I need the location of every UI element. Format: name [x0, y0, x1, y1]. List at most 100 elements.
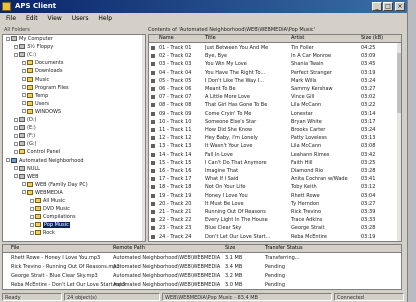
table-row[interactable]: 05 - Track 05 I Don't Like The Way I... Ma… [149, 77, 397, 85]
menu-file[interactable]: File [2, 13, 20, 24]
expand-toggle-icon[interactable] [22, 101, 26, 106]
table-row[interactable]: 04 - Track 04 You Have The Right To... Per… [149, 69, 397, 77]
tree-item[interactable]: (G:) [14, 141, 36, 148]
tree-item[interactable]: Program Files [22, 84, 69, 92]
table-row[interactable]: 13 - Track 13 It Wasn't Your Love Lila McC… [149, 142, 397, 150]
table-row[interactable]: 17 - Track 17 What If I Said Anita Cochran… [149, 175, 397, 183]
column-artist[interactable]: Artist [291, 35, 304, 42]
expand-toggle-icon[interactable] [30, 230, 34, 235]
table-row[interactable]: 08 - Track 08 That Girl Has Gone To Be Lil… [149, 101, 397, 109]
expand-toggle-icon[interactable] [30, 198, 34, 203]
maximize-icon[interactable]: □ [383, 2, 393, 11]
expand-toggle-icon[interactable] [22, 182, 26, 187]
queue-row[interactable]: Rick Trevino - Running Out Of Reasons.mp… [3, 263, 401, 271]
tree-item[interactable]: WEB [14, 173, 39, 181]
table-row[interactable]: 15 - Track 15 I Can't Do That Anymore Fait… [149, 159, 397, 167]
expand-toggle-icon[interactable] [6, 36, 10, 41]
table-row[interactable]: 20 - Track 20 It Must Be Love Ty Herndon 03… [149, 200, 397, 208]
table-row[interactable]: 19 - Track 19 Honey I Love You Rhett Rowe 0… [149, 192, 397, 200]
expand-toggle-icon[interactable] [6, 158, 10, 162]
expand-toggle-icon[interactable] [22, 60, 26, 65]
expand-toggle-icon[interactable] [14, 141, 18, 146]
tree-item[interactable]: (F:) [14, 133, 35, 140]
menu-help[interactable]: Help [94, 13, 116, 24]
transfer-queue[interactable]: File Remote Path Size Transfer Status Rh… [2, 244, 402, 290]
column-size[interactable]: Size (kB) [361, 35, 383, 42]
table-row[interactable]: 14 - Track 14 Fall In Love Leahann Rimes 03… [149, 151, 397, 159]
table-row[interactable]: 22 - Track 22 Every Light In The House Tra… [149, 216, 397, 224]
table-row[interactable]: 11 - Track 11 How Did She Know Brooks Cart… [149, 126, 397, 134]
tree-item[interactable]: Automated Neighborhood [6, 157, 84, 165]
tree-item[interactable]: Users [22, 100, 49, 108]
table-row[interactable]: 21 - Track 21 Running Out Of Reasons Rick … [149, 208, 397, 216]
tree-item[interactable]: DVD Music [30, 206, 70, 213]
queue-column-size[interactable]: Size [225, 245, 235, 252]
queue-row[interactable]: Reba McEntire - Don't Let Our Love Start… [3, 281, 401, 289]
tree-item[interactable]: Downloads [22, 68, 62, 75]
table-row[interactable]: 24 - Track 24 Don't Let Our Love Start...… [149, 233, 397, 241]
expand-toggle-icon[interactable] [14, 166, 18, 171]
list-scrollbar[interactable] [397, 43, 401, 241]
table-row[interactable]: 12 - Track 12 Hey Baby, I'm Lonely Patty L… [149, 134, 397, 142]
table-row[interactable]: 06 - Track 06 Meant To Be Sammy Kershaw 03:… [149, 85, 397, 93]
tree-item[interactable]: 3½ Floppy [14, 44, 53, 51]
queue-column-file[interactable]: File [11, 245, 19, 252]
tree-item[interactable]: My Computer [6, 36, 53, 43]
tree-item[interactable]: WEB (Family Day PC) [22, 181, 88, 189]
table-row[interactable]: 10 - Track 10 Someone Else's Star Bryan Wh… [149, 118, 397, 126]
tree-item[interactable]: Rock [30, 230, 55, 237]
list-scroll-thumb[interactable] [397, 53, 401, 113]
expand-toggle-icon[interactable] [30, 206, 34, 211]
menu-view[interactable]: View [44, 13, 66, 24]
expand-toggle-icon[interactable] [22, 190, 26, 195]
tree-item[interactable]: (D:) [14, 117, 36, 124]
table-row[interactable]: 01 - Track 01 Just Between You And Me Tin … [149, 44, 397, 52]
expand-toggle-icon[interactable] [22, 85, 26, 90]
tree-item[interactable]: Documents [22, 60, 64, 67]
expand-toggle-icon[interactable] [14, 52, 18, 57]
queue-row[interactable]: George Strait - Blue Clear Sky.mp3 Automa… [3, 272, 401, 280]
expand-toggle-icon[interactable] [22, 109, 26, 114]
table-row[interactable]: 16 - Track 16 Imagine That Diamond Rio 03:2… [149, 167, 397, 175]
close-icon[interactable]: × [395, 2, 405, 11]
expand-toggle-icon[interactable] [22, 77, 26, 81]
expand-toggle-icon[interactable] [14, 117, 18, 122]
minimize-icon[interactable]: _ [372, 2, 382, 11]
table-row[interactable]: 07 - Track 07 A Little More Love Vince Gil… [149, 93, 397, 101]
expand-toggle-icon[interactable] [14, 149, 18, 154]
expand-toggle-icon[interactable] [22, 93, 26, 98]
expand-toggle-icon[interactable] [30, 214, 34, 219]
tree-item[interactable]: WINDOWS [22, 108, 61, 116]
table-row[interactable]: 09 - Track 09 Come Cryin' To Me Lonestar 03… [149, 110, 397, 118]
tree-scrollbar[interactable] [142, 35, 145, 241]
expand-toggle-icon[interactable] [14, 174, 18, 179]
queue-column-path[interactable]: Remote Path [113, 245, 145, 252]
expand-toggle-icon[interactable] [14, 44, 18, 49]
expand-toggle-icon[interactable] [14, 125, 18, 130]
expand-toggle-icon[interactable] [22, 68, 26, 73]
table-row[interactable]: 03 - Track 03 You Win My Love Shania Twain… [149, 60, 397, 68]
table-row[interactable]: 18 - Track 18 Not On Your Life Toby Keith 0… [149, 183, 397, 191]
tree-item[interactable]: All Music [30, 198, 65, 205]
tree-item[interactable]: (C:) [14, 52, 36, 59]
tree-item[interactable]: (E:) [14, 125, 36, 132]
column-title[interactable]: Title [205, 35, 216, 42]
expand-toggle-icon[interactable] [14, 133, 18, 138]
tree-item[interactable]: Music [22, 76, 49, 84]
folder-tree[interactable]: My Computer 3½ Floppy (C:) Documents Downloa… [2, 34, 146, 242]
tree-item[interactable]: WEBMEDIA [22, 189, 63, 197]
tree-item[interactable]: NULL [14, 165, 40, 173]
menu-users[interactable]: Users [68, 13, 93, 24]
expand-toggle-icon[interactable] [30, 222, 34, 227]
tree-item[interactable]: Temp [22, 92, 48, 100]
tree-item[interactable]: Pop Music [30, 222, 70, 229]
table-row[interactable]: 02 - Track 02 Bye, Bye In A Car Monroe 03:0… [149, 52, 397, 60]
queue-row[interactable]: Rhett Rowe - Honey I Love You.mp3 Automat… [3, 254, 401, 262]
table-row[interactable]: 23 - Track 23 Blue Clear Sky George Strait… [149, 224, 397, 232]
queue-column-status[interactable]: Transfer Status [265, 245, 303, 252]
tree-item[interactable]: Control Panel [14, 149, 60, 156]
column-name[interactable]: Name [159, 35, 174, 42]
file-list[interactable]: Name Title Artist Size (kB) 01 - Track 0… [148, 34, 402, 242]
menu-edit[interactable]: Edit [22, 13, 42, 24]
tree-item[interactable]: Compilations [30, 214, 76, 221]
